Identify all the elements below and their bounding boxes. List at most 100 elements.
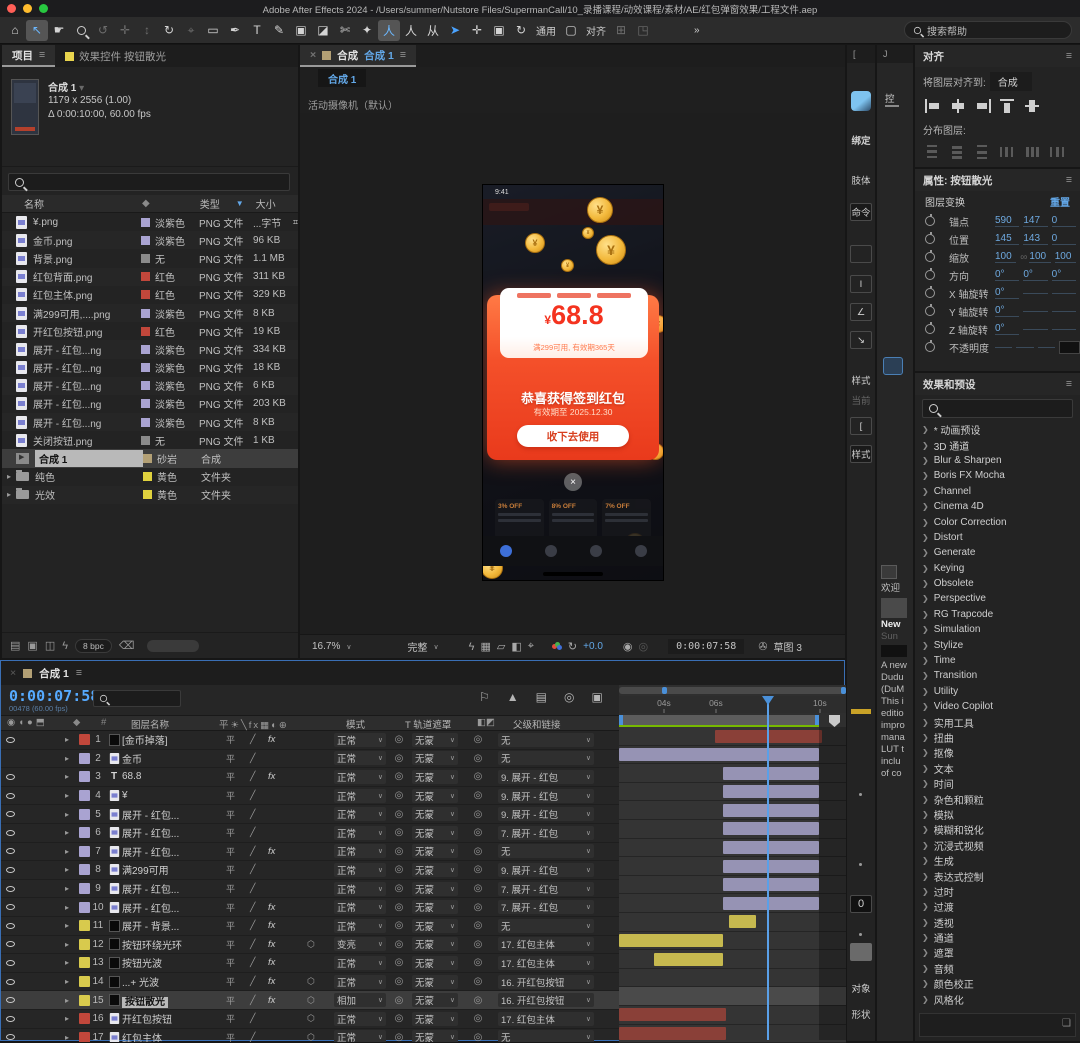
property-value[interactable]: 100 <box>1055 251 1076 263</box>
link-icon[interactable]: ∞ <box>1020 252 1027 263</box>
project-search-input[interactable] <box>8 173 290 191</box>
new-comp-icon[interactable]: ◫ <box>45 639 55 652</box>
anchor-tool[interactable]: ➤ <box>444 20 466 41</box>
quality-switch-icon[interactable]: ╱ <box>250 1032 268 1042</box>
quality-switch-icon[interactable]: ╱ <box>250 957 268 968</box>
orbit-camera-tool[interactable]: ↺ <box>92 20 114 41</box>
blend-mode-select[interactable]: 正常∨ <box>334 733 386 747</box>
effect-group-row[interactable]: ❯ Utility <box>915 684 1080 699</box>
motion-blur-icon[interactable]: ▤ <box>536 690 547 704</box>
limb-label[interactable]: 肢体 <box>847 173 875 187</box>
pan-camera-tool[interactable]: ✛ <box>114 20 136 41</box>
shy-switch-icon[interactable]: 平 <box>226 808 250 821</box>
eye-icon[interactable] <box>6 774 15 780</box>
graph-row[interactable] <box>619 801 846 820</box>
chevron-right-icon[interactable]: ❯ <box>922 579 929 588</box>
align-label[interactable]: 对齐 <box>586 23 606 38</box>
twirl-icon[interactable]: ▸ <box>65 1033 79 1042</box>
control-tab[interactable]: 控 <box>885 91 899 107</box>
align-v-center-icon[interactable] <box>1025 99 1041 113</box>
popup-close-button[interactable]: × <box>564 473 582 491</box>
add-tool[interactable]: ✛ <box>466 20 488 41</box>
label-color-swatch[interactable] <box>141 418 150 427</box>
layer-name[interactable]: [金币掉落] <box>122 732 226 747</box>
effect-group-row[interactable]: ❯ 抠像 <box>915 745 1080 760</box>
matte-pickwhip-icon[interactable]: ◎ <box>386 771 412 782</box>
quality-switch-icon[interactable]: ╱ <box>250 809 268 820</box>
parent-link-select[interactable]: 7. 展开 - 红包∨ <box>498 826 594 840</box>
style-box-2[interactable]: 样式 <box>850 445 872 463</box>
track-matte-select[interactable]: 无蒙∨ <box>412 1012 458 1026</box>
dist-v-center-icon[interactable] <box>950 145 966 159</box>
hand-tool[interactable]: ☛ <box>48 20 70 41</box>
effect-group-row[interactable]: ❯ 杂色和颗粒 <box>915 791 1080 806</box>
render-engine-icon[interactable]: ϟ <box>62 640 68 652</box>
blend-mode-select[interactable]: 正常∨ <box>334 882 386 896</box>
layer-label-swatch[interactable] <box>79 753 90 764</box>
twirl-icon[interactable]: ▸ <box>65 828 79 837</box>
shy-switch-icon[interactable]: 平 <box>226 752 250 765</box>
composition-canvas[interactable]: 9:41 ¥ ¥ ¥ ¥ ¥ ¥ ¥ ¥ ¥ ¥ ¥ <box>300 113 845 634</box>
parent-pickwhip-icon[interactable]: ◎ <box>458 902 498 913</box>
dist-h-center-icon[interactable] <box>1025 145 1041 159</box>
graph-row[interactable] <box>619 1025 846 1043</box>
property-value[interactable] <box>1023 293 1047 294</box>
chevron-right-icon[interactable]: ❯ <box>922 995 929 1004</box>
shy-switch-icon[interactable]: 平 <box>226 1031 250 1042</box>
parent-link-select[interactable]: 17. 红包主体∨ <box>498 956 594 970</box>
chevron-right-icon[interactable]: ❯ <box>922 425 929 434</box>
label-color-swatch[interactable] <box>143 472 152 481</box>
chevron-right-icon[interactable]: ❯ <box>922 487 929 496</box>
twirl-icon[interactable]: ▸ <box>65 754 79 763</box>
quality-switch-icon[interactable]: ╱ <box>250 864 268 875</box>
track-matte-select[interactable]: 无蒙∨ <box>412 844 458 858</box>
fx-switch-icon[interactable]: fx <box>268 939 288 950</box>
graph-row[interactable] <box>619 783 846 802</box>
tab-project[interactable]: 项目 ≡ <box>2 45 55 67</box>
layer-label-swatch[interactable] <box>79 790 90 801</box>
renderer-icon[interactable]: ✇ <box>758 640 767 653</box>
eye-icon[interactable] <box>6 1034 15 1040</box>
quality-switch-icon[interactable]: ╱ <box>250 846 268 857</box>
matte-pickwhip-icon[interactable]: ◎ <box>386 957 412 968</box>
eye-icon[interactable] <box>6 960 15 966</box>
track-matte-select[interactable]: 无蒙∨ <box>412 807 458 821</box>
property-value[interactable]: 100 <box>995 251 1016 263</box>
property-value[interactable]: 0° <box>995 323 1019 335</box>
parent-pickwhip-icon[interactable]: ◎ <box>458 976 498 987</box>
chevron-right-icon[interactable]: ❯ <box>922 671 929 680</box>
layer-duration-bar[interactable] <box>723 785 819 798</box>
shy-switch-icon[interactable]: 平 <box>226 919 250 932</box>
col-mode[interactable]: 模式 <box>346 717 365 731</box>
twirl-icon[interactable]: ▸ <box>65 847 79 856</box>
layer-label-swatch[interactable] <box>79 809 90 820</box>
label-color-swatch[interactable] <box>141 272 150 281</box>
track-matte-select[interactable]: 无蒙∨ <box>412 882 458 896</box>
twirl-icon[interactable]: ▸ <box>65 791 79 800</box>
effect-group-row[interactable]: ❯ 风格化 <box>915 991 1080 1006</box>
track-matte-select[interactable]: 无蒙∨ <box>412 770 458 784</box>
layer-label-swatch[interactable] <box>79 1013 90 1024</box>
shy-switch-icon[interactable]: 平 <box>226 826 250 839</box>
parent-link-select[interactable]: 17. 红包主体∨ <box>498 937 594 951</box>
effect-group-row[interactable]: ❯ Simulation <box>915 622 1080 637</box>
property-value[interactable]: 590 <box>995 215 1019 227</box>
col-trkmat[interactable]: T 轨道遮罩 <box>405 717 451 731</box>
threed-switch-icon[interactable]: ⬡ <box>288 995 334 1006</box>
shape-label[interactable]: 形状 <box>847 1007 875 1021</box>
timeline-comp-name[interactable]: 合成 1 <box>39 666 69 681</box>
twirl-icon[interactable]: ▸ <box>65 958 79 967</box>
property-value[interactable]: 0° <box>1052 269 1076 281</box>
chevron-right-icon[interactable]: ❯ <box>922 533 929 542</box>
parent-link-select[interactable]: 无∨ <box>498 844 594 858</box>
limb-b-tool[interactable]: 人 <box>400 20 422 41</box>
layer-name[interactable]: 展开 - 红包... <box>122 844 226 859</box>
track-matte-select[interactable]: 无蒙∨ <box>412 993 458 1007</box>
blend-mode-select[interactable]: 变亮∨ <box>334 937 386 951</box>
graph-row[interactable] <box>619 950 846 969</box>
shy-switch-icon[interactable]: 平 <box>226 1012 250 1025</box>
dolly-camera-tool[interactable]: ↕ <box>136 20 158 41</box>
matte-pickwhip-icon[interactable]: ◎ <box>386 1032 412 1042</box>
fx-switch-icon[interactable]: fx <box>268 920 288 931</box>
mask-visibility-icon[interactable]: ▱ <box>497 640 505 653</box>
